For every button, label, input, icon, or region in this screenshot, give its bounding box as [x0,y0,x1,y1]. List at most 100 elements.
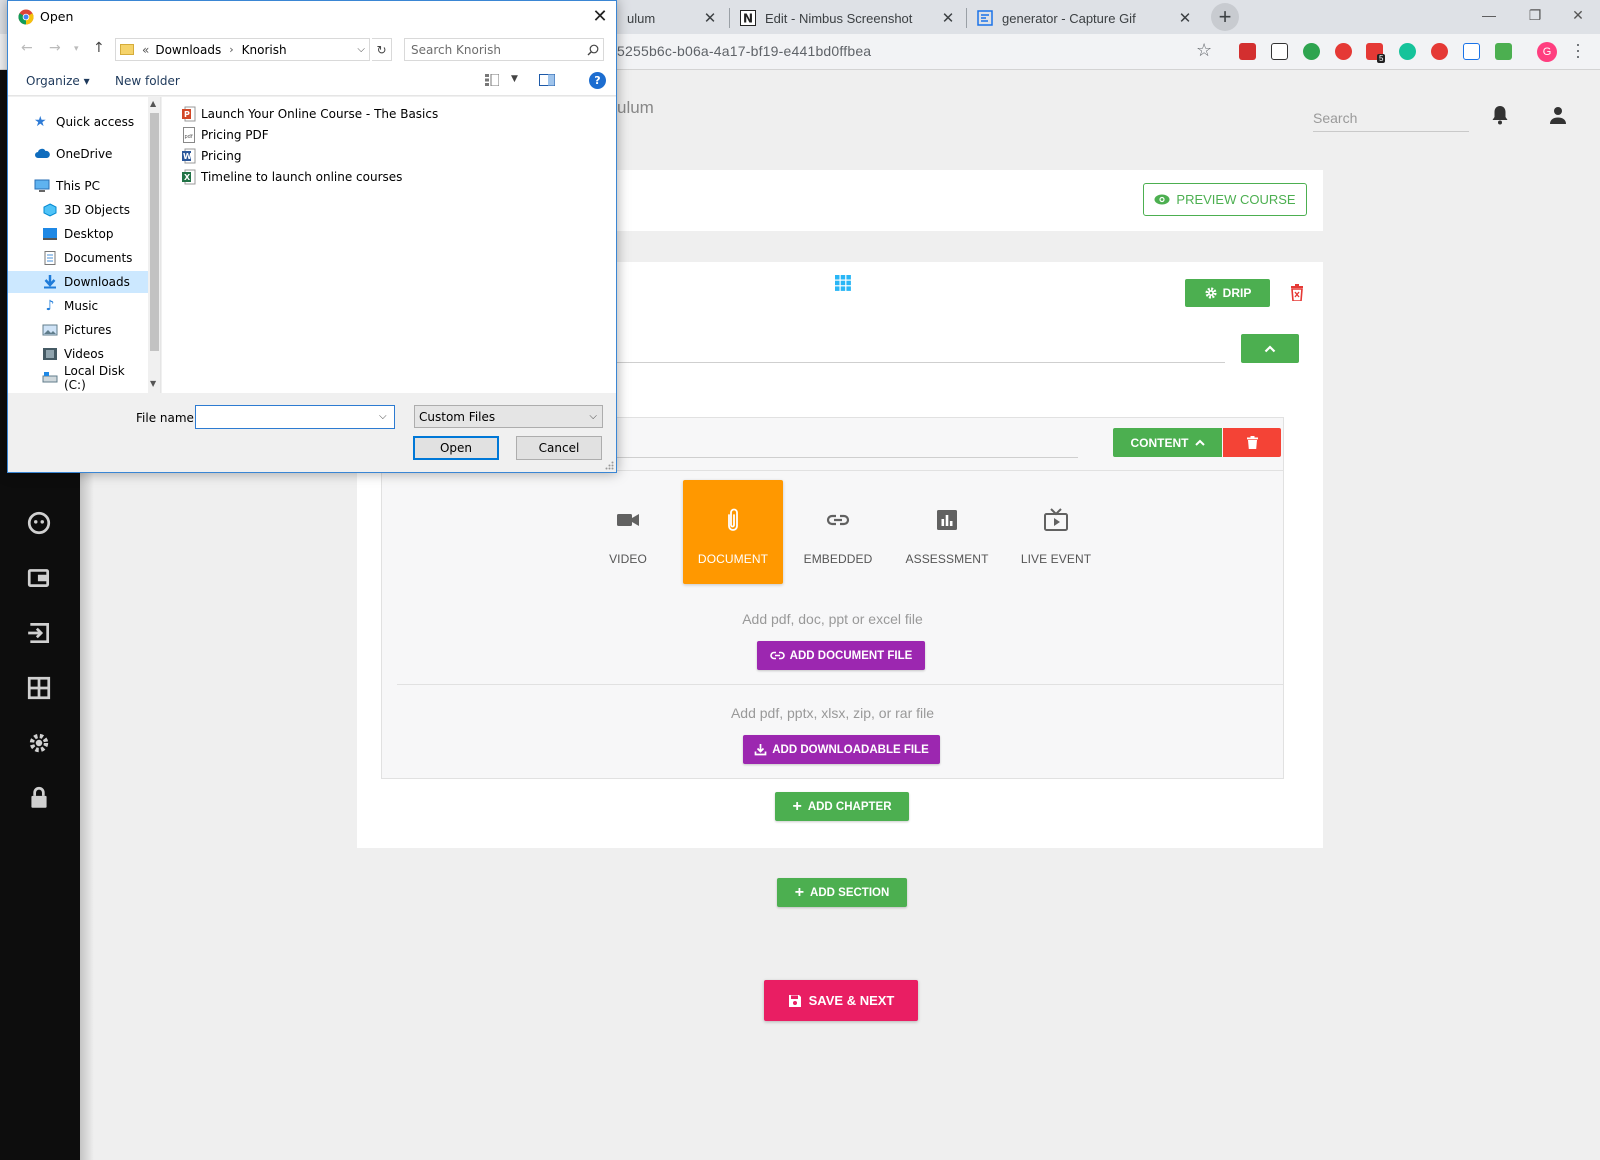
organize-button[interactable]: Organize ▾ [26,74,90,88]
breadcrumb-knorish[interactable]: Knorish [242,43,287,57]
nav-item-label: Music [64,299,99,313]
nav-item-videos[interactable]: Videos [8,343,148,365]
close-icon[interactable]: ✕ [938,8,958,28]
content-type-assessment[interactable]: ASSESSMENT [897,480,997,584]
preview-course-button[interactable]: PREVIEW COURSE [1143,183,1307,216]
nav-item-music[interactable]: ♪ Music [8,295,148,317]
drag-grid-icon[interactable] [835,275,851,291]
exit-to-app-icon[interactable] [26,620,52,646]
save-next-button[interactable]: SAVE & NEXT [764,980,918,1021]
film-icon [43,348,57,360]
nav-item-3d-objects[interactable]: 3D Objects [8,199,148,221]
file-type-select[interactable]: Custom Files ⌵ [414,405,603,428]
close-icon[interactable]: ✕ [1175,8,1195,28]
nav-item-local-disk[interactable]: Local Disk (C:) [8,364,148,392]
nav-item-pictures[interactable]: Pictures [8,319,148,341]
extension-icon[interactable] [1239,43,1256,60]
drip-button[interactable]: DRIP [1185,279,1270,307]
navigation-pane: ★ Quick access OneDrive This PC 3D Objec… [8,97,161,393]
tab-course[interactable]: ulum ✕ [600,2,728,34]
add-document-file-button[interactable]: ADD DOCUMENT FILE [757,641,925,670]
delete-section-icon[interactable] [1290,284,1304,301]
document-icon [44,251,56,265]
restore-button[interactable]: ❐ [1512,0,1558,30]
address-bar[interactable]: « Downloads › Knorish ⌵ [115,38,370,61]
nimbus-extension-icon[interactable] [1271,43,1288,60]
nav-item-this-pc[interactable]: This PC [8,175,148,197]
wallet-icon[interactable] [26,565,52,591]
content-type-live-event[interactable]: LIVE EVENT [1006,480,1106,584]
extension-puzzle-icon[interactable] [26,675,52,701]
extension-icon[interactable] [1335,43,1352,60]
scrollbar-thumb[interactable] [150,113,159,351]
add-chapter-button[interactable]: + ADD CHAPTER [775,792,909,821]
grammarly-extension-icon[interactable] [1399,43,1416,60]
resize-grip-icon[interactable] [604,460,614,470]
section-title-input[interactable] [617,362,1225,363]
file-item[interactable]: P Launch Your Online Course - The Basics [182,104,438,124]
preview-pane-icon[interactable] [539,74,555,86]
search-input[interactable] [1313,104,1469,132]
new-tab-button[interactable]: + [1211,3,1239,31]
scroll-up-icon[interactable]: ▲ [150,99,156,108]
add-section-button[interactable]: + ADD SECTION [777,878,907,907]
tab-capture-gif[interactable]: generator - Capture Gif ✕ [967,2,1203,34]
open-button[interactable]: Open [413,436,499,460]
face-icon[interactable] [26,510,52,536]
scroll-down-icon[interactable]: ▼ [150,379,156,388]
nav-item-onedrive[interactable]: OneDrive [8,143,148,165]
chevron-down-icon[interactable]: ▼ [511,74,518,84]
chapter-title-input[interactable] [617,457,1078,458]
account-icon[interactable] [1549,105,1567,125]
recent-locations-chevron-icon[interactable]: ▾ [74,44,79,54]
profile-avatar[interactable]: G [1537,42,1557,62]
url-bar[interactable]: 5255b6c-b06a-4a17-bf19-e441bd0ffbea [617,43,871,59]
file-name-label: File name: [136,411,198,425]
content-type-document[interactable]: DOCUMENT [683,480,783,584]
new-folder-button[interactable]: New folder [115,74,180,88]
nav-item-downloads[interactable]: Downloads [8,271,148,293]
dialog-search-input[interactable] [404,38,604,61]
close-icon[interactable]: ✕ [588,5,612,27]
nav-item-desktop[interactable]: Desktop [8,223,148,245]
gear-icon[interactable] [26,730,52,756]
picture-icon [42,324,58,336]
extension-icon[interactable] [1431,43,1448,60]
cancel-button[interactable]: Cancel [516,436,602,460]
chevron-down-icon[interactable]: ⌵ [357,44,365,55]
delete-chapter-button[interactable] [1223,428,1281,457]
content-toggle-button[interactable]: CONTENT [1113,428,1222,457]
file-item[interactable]: X Timeline to launch online courses [182,167,402,187]
extension-icon[interactable] [1495,43,1512,60]
nav-item-documents[interactable]: Documents [8,247,148,269]
refresh-button[interactable]: ↻ [372,38,392,61]
view-options-icon[interactable] [485,74,499,86]
nav-scrollbar[interactable]: ▲ ▼ [148,97,160,393]
up-arrow-icon[interactable]: ↑ [93,40,105,56]
bookmark-star-icon[interactable]: ☆ [1196,40,1212,61]
close-icon[interactable]: ✕ [700,8,720,28]
nav-item-quick-access[interactable]: ★ Quick access [8,111,148,133]
file-item[interactable]: W Pricing [182,146,241,166]
breadcrumb-downloads[interactable]: Downloads [155,43,221,57]
content-type-embedded[interactable]: EMBEDDED [788,480,888,584]
file-item[interactable]: pdf Pricing PDF [182,125,269,145]
help-icon[interactable]: ? [589,72,606,89]
add-downloadable-file-button[interactable]: ADD DOWNLOADABLE FILE [743,735,940,764]
file-name-field[interactable] [195,405,395,429]
menu-kebab-icon[interactable]: · · · [1575,35,1581,65]
chevron-down-icon[interactable]: ⌵ [379,411,387,422]
bell-icon[interactable] [1491,105,1509,125]
tab-nimbus[interactable]: N Edit - Nimbus Screenshot ✕ [730,2,966,34]
extension-icon[interactable] [1303,43,1320,60]
search-icon [587,44,599,56]
minimize-button[interactable]: — [1466,0,1512,30]
forward-arrow-icon[interactable]: → [49,40,61,56]
lock-icon[interactable] [26,785,52,811]
tab-title: generator - Capture Gif [1002,10,1136,26]
back-arrow-icon[interactable]: ← [21,40,33,56]
extension-icon[interactable] [1463,43,1480,60]
content-type-video[interactable]: VIDEO [578,480,678,584]
window-close-button[interactable]: ✕ [1556,0,1600,30]
collapse-section-button[interactable] [1241,334,1299,363]
